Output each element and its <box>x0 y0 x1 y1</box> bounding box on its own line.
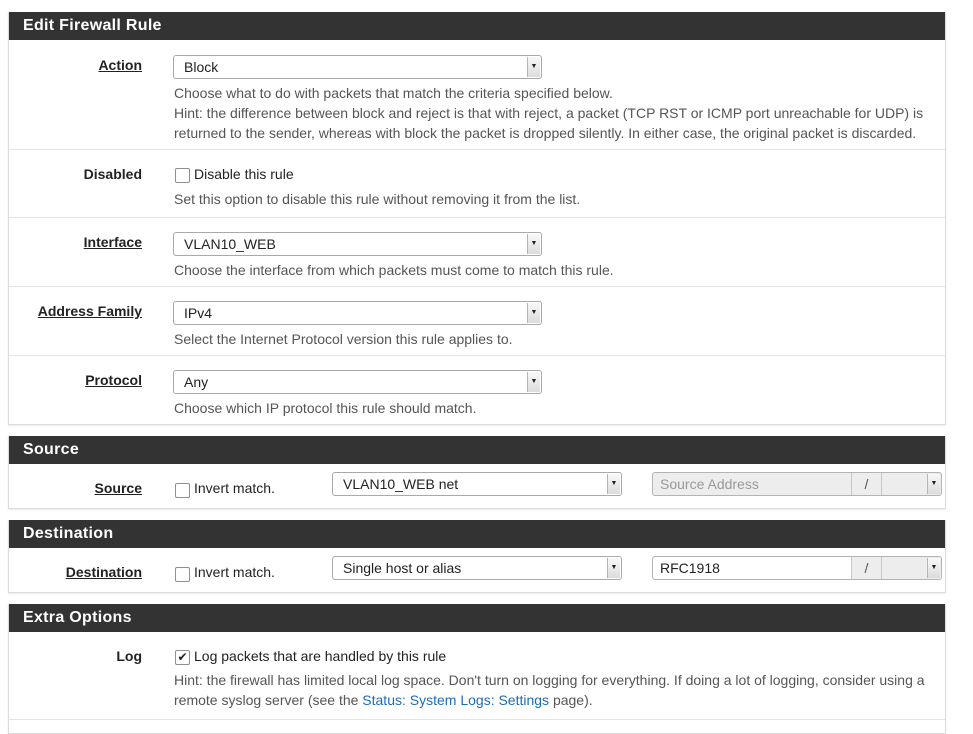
chevron-down-icon: ▼ <box>927 474 940 494</box>
log-help-line: Hint: the firewall has limited local log… <box>174 672 925 688</box>
destination-type-select[interactable]: Single host or alias ▼ <box>332 556 622 580</box>
chevron-down-icon: ▼ <box>607 558 620 578</box>
address-family-select-value: IPv4 <box>184 305 213 321</box>
extra-options-heading: Extra Options <box>9 604 945 632</box>
address-family-label: Address Family <box>37 303 142 319</box>
source-slash: / <box>851 473 881 495</box>
disable-rule-checkbox-label[interactable]: Disable this rule <box>194 166 294 182</box>
log-label: Log <box>116 648 142 664</box>
protocol-select-value: Any <box>184 374 209 390</box>
disable-rule-checkbox[interactable] <box>175 168 190 183</box>
log-help: Hint: the firewall has limited local log… <box>174 670 925 710</box>
protocol-row: Protocol Any ▼ Choose which IP protocol … <box>9 356 945 425</box>
source-invert-checkbox[interactable] <box>175 483 190 498</box>
destination-address-group: RFC1918 / ▼ <box>652 556 942 580</box>
action-label: Action <box>98 57 142 73</box>
system-logs-settings-link[interactable]: Status: System Logs: Settings <box>362 692 549 708</box>
extra-options-panel: Extra Options Log ✔ Log packets that are… <box>8 604 946 734</box>
check-icon: ✔ <box>177 650 188 664</box>
chevron-down-icon: ▼ <box>527 57 540 77</box>
source-row: Source Invert match. VLAN10_WEB net ▼ So… <box>9 464 945 509</box>
log-checkbox[interactable]: ✔ <box>175 650 190 665</box>
log-checkbox-label[interactable]: Log packets that are handled by this rul… <box>194 648 446 664</box>
destination-address-input[interactable]: RFC1918 <box>660 560 720 576</box>
source-type-select[interactable]: VLAN10_WEB net ▼ <box>332 472 622 496</box>
destination-panel: Destination Destination Invert match. Si… <box>8 520 946 593</box>
action-help: Choose what to do with packets that matc… <box>174 83 923 143</box>
source-heading: Source <box>9 436 945 464</box>
chevron-down-icon: ▼ <box>527 372 540 392</box>
interface-row: Interface VLAN10_WEB ▼ Choose the interf… <box>9 218 945 287</box>
source-label: Source <box>94 480 142 496</box>
chevron-down-icon: ▼ <box>527 234 540 254</box>
destination-row: Destination Invert match. Single host or… <box>9 548 945 593</box>
disabled-row: Disabled Disable this rule Set this opti… <box>9 150 945 218</box>
log-help-prefix: remote syslog server (see the <box>174 692 363 708</box>
disabled-help: Set this option to disable this rule wit… <box>174 191 581 207</box>
source-address-group: Source Address / ▼ <box>652 472 942 496</box>
action-select-value: Block <box>184 59 219 75</box>
chevron-down-icon: ▼ <box>527 303 540 323</box>
source-panel: Source Source Invert match. VLAN10_WEB n… <box>8 436 946 509</box>
destination-invert-label[interactable]: Invert match. <box>194 564 275 580</box>
disabled-label: Disabled <box>83 166 142 182</box>
edit-rule-heading: Edit Firewall Rule <box>9 12 945 40</box>
interface-select[interactable]: VLAN10_WEB ▼ <box>173 232 542 256</box>
chevron-down-icon: ▼ <box>927 558 940 578</box>
protocol-label: Protocol <box>85 372 142 388</box>
protocol-select[interactable]: Any ▼ <box>173 370 542 394</box>
interface-help: Choose the interface from which packets … <box>174 262 614 278</box>
chevron-down-icon: ▼ <box>607 474 620 494</box>
destination-heading: Destination <box>9 520 945 548</box>
destination-mask-select[interactable]: ▼ <box>881 557 941 579</box>
action-row: Action Block ▼ Choose what to do with pa… <box>9 40 945 150</box>
source-mask-select[interactable]: ▼ <box>881 473 941 495</box>
address-family-select[interactable]: IPv4 ▼ <box>173 301 542 325</box>
action-help-line: Choose what to do with packets that matc… <box>174 85 613 101</box>
log-help-line: remote syslog server (see the Status: Sy… <box>174 690 925 710</box>
log-help-suffix: page). <box>549 692 593 708</box>
destination-type-value: Single host or alias <box>343 560 462 576</box>
destination-slash: / <box>851 557 881 579</box>
interface-select-value: VLAN10_WEB <box>184 236 276 252</box>
destination-label: Destination <box>65 564 142 580</box>
edit-rule-panel: Edit Firewall Rule Action Block ▼ Choose… <box>8 12 946 425</box>
address-family-row: Address Family IPv4 ▼ Select the Interne… <box>9 287 945 356</box>
destination-invert-checkbox[interactable] <box>175 567 190 582</box>
address-family-help: Select the Internet Protocol version thi… <box>174 331 513 347</box>
action-help-line: returned to the sender, whereas with blo… <box>174 125 917 141</box>
log-row: Log ✔ Log packets that are handled by th… <box>9 632 945 720</box>
action-help-line: Hint: the difference between block and r… <box>174 105 924 121</box>
protocol-help: Choose which IP protocol this rule shoul… <box>174 400 477 416</box>
source-invert-label[interactable]: Invert match. <box>194 480 275 496</box>
source-type-value: VLAN10_WEB net <box>343 476 459 492</box>
interface-label: Interface <box>83 234 142 250</box>
action-select[interactable]: Block ▼ <box>173 55 542 79</box>
source-address-input[interactable]: Source Address <box>660 476 759 492</box>
